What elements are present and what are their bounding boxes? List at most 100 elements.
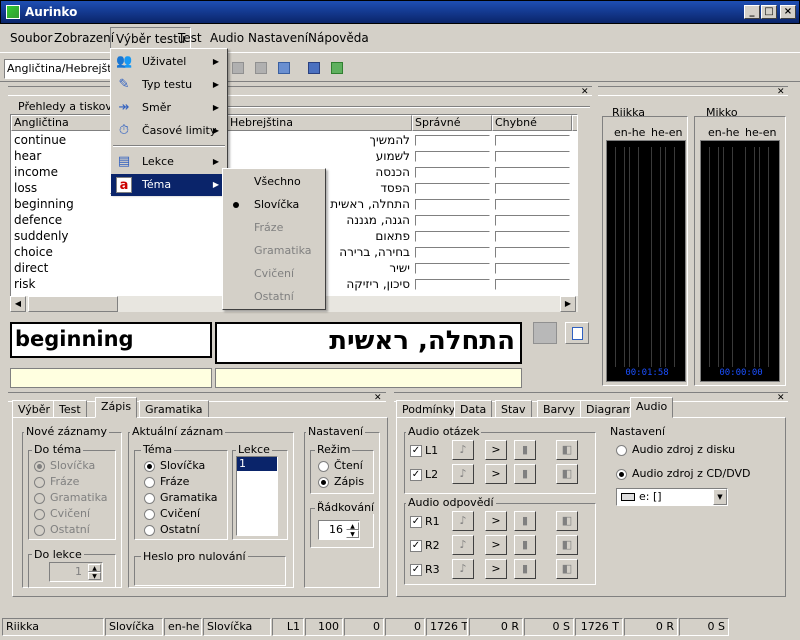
toolbar-icon-list[interactable] [308,62,320,74]
do-tema-radio[interactable]: Gramatika [34,491,108,504]
play-icon[interactable]: > [485,511,507,531]
col-header-he[interactable]: Hebrejština [227,115,412,131]
stop-icon[interactable]: ▮ [514,511,536,531]
rezim-cteni-radio[interactable]: Čtení [318,459,363,472]
play-icon[interactable]: > [485,440,507,460]
record-icon[interactable]: ♪ [452,464,474,484]
do-lekce-spin-up[interactable]: ▲ [88,564,101,572]
menu-item-topic[interactable]: a Téma ▶ [111,174,227,196]
tab-audio[interactable]: Audio [630,397,674,418]
tab-gramatika[interactable]: Gramatika [139,400,209,418]
toolbar-icon-print[interactable] [255,62,267,74]
record-icon[interactable]: ♪ [452,511,474,531]
submenu-item[interactable]: Fráze [223,217,325,239]
record-icon[interactable]: ♪ [452,535,474,555]
audio-source-cd-radio[interactable]: Audio zdroj z CD/DVD [616,467,750,480]
maximize-button[interactable]: □ [761,5,777,19]
audio-checkbox[interactable]: ✓ R2 [410,539,440,552]
play-icon[interactable]: > [485,559,507,579]
radkovani-spin-down[interactable]: ▼ [346,530,359,538]
tab-vyber[interactable]: Výběr [12,400,57,418]
tema-radio[interactable]: Ostatní [144,523,200,536]
menu-item-test-type[interactable]: ✎ Typ testu ▶ [111,74,227,96]
lekce-list-item[interactable]: 1 [237,457,277,471]
stop-icon[interactable]: ▮ [514,440,536,460]
menu-item-direction[interactable]: ↠ Směr ▶ [111,97,227,119]
stop-icon[interactable]: ▮ [514,464,536,484]
speaker-icon[interactable]: ◧ [556,464,578,484]
table-row[interactable]: hear לשמוע [11,149,577,165]
answer-he-field[interactable] [215,368,522,388]
dropdown-arrow-icon[interactable]: ▼ [713,489,727,505]
toolbar-icon-check[interactable] [232,62,244,74]
tema-radio[interactable]: Fráze [144,475,189,488]
answer-en-field[interactable] [10,368,212,388]
toolbar-icon-export[interactable] [278,62,290,74]
submenu-item[interactable]: Všechno [223,171,325,193]
audio-checkbox[interactable]: ✓ L1 [410,444,438,457]
scroll-left-button[interactable]: ◀ [10,296,26,312]
menu-nastaveni[interactable]: Nastavení [248,31,308,45]
menu-zobrazeni[interactable]: Zobrazení [54,31,114,45]
record-icon[interactable]: ♪ [452,559,474,579]
col-header-wrong[interactable]: Chybné [492,115,572,131]
speaker-icon[interactable]: ◧ [556,511,578,531]
drive-select[interactable]: e: [] ▼ [616,488,728,506]
menu-napoveda[interactable]: Nápověda [308,31,369,45]
do-tema-radio[interactable]: Slovíčka [34,459,95,472]
tema-radio[interactable]: Gramatika [144,491,218,504]
minimize-button[interactable]: _ [744,5,760,19]
table-row[interactable]: continue להמשיך [11,133,577,149]
stop-icon[interactable]: ▮ [514,559,536,579]
audio-source-disk-radio[interactable]: Audio zdroj z disku [616,443,735,456]
menu-item-users[interactable]: 👥 Uživatel ▶ [111,51,227,73]
course-select[interactable]: Angličtina/Hebrejština [4,59,114,79]
audio-checkbox[interactable]: ✓ R3 [410,563,440,576]
radkovani-spin-up[interactable]: ▲ [346,522,359,530]
close-button[interactable]: × [780,5,796,19]
tab-barvy[interactable]: Barvy [537,400,581,418]
tab-stav[interactable]: Stav [495,400,532,418]
menu-soubor[interactable]: Soubor [10,31,52,45]
col-header-extra[interactable] [572,115,577,131]
panel-close-icon[interactable]: ✕ [581,87,589,97]
audio-checkbox[interactable]: ✓ L2 [410,468,438,481]
do-tema-radio[interactable]: Ostatní [34,523,90,536]
play-icon[interactable]: > [485,464,507,484]
play-icon[interactable]: > [485,535,507,555]
col-header-correct[interactable]: Správné [412,115,492,131]
tab-data[interactable]: Data [454,400,493,418]
menu-item-lessons[interactable]: ▤ Lekce ▶ [111,151,227,173]
submenu-item[interactable]: Slovíčka [223,194,325,216]
submenu-item[interactable]: Gramatika [223,240,325,262]
panel-right-close-icon[interactable]: ✕ [777,87,785,97]
save-icon[interactable] [533,322,557,344]
submenu-item[interactable]: Cvičení [223,263,325,285]
lekce-list[interactable]: 1 [236,456,278,536]
bottom-left-close-icon[interactable]: ✕ [374,393,382,403]
tema-radio[interactable]: Slovíčka [144,459,205,472]
tema-radio[interactable]: Cvičení [144,507,200,520]
menu-test[interactable]: Test [178,31,202,45]
stop-icon[interactable]: ▮ [514,535,536,555]
toolbar-icon-chart[interactable] [331,62,343,74]
menu-audio[interactable]: Audio [210,31,244,45]
rezim-zapis-radio[interactable]: Zápis [318,475,364,488]
tab-podminky[interactable]: Podmínky [396,400,462,418]
copy-icon[interactable] [565,322,589,344]
audio-checkbox[interactable]: ✓ R1 [410,515,440,528]
do-tema-radio[interactable]: Cvičení [34,507,90,520]
scroll-thumb[interactable] [28,296,118,312]
bottom-right-close-icon[interactable]: ✕ [777,393,785,403]
tab-zapis[interactable]: Zápis [95,397,138,418]
do-lekce-spin-down[interactable]: ▼ [88,572,101,580]
submenu-item[interactable]: Ostatní [223,286,325,308]
speaker-icon[interactable]: ◧ [556,559,578,579]
speaker-icon[interactable]: ◧ [556,440,578,460]
do-tema-radio[interactable]: Fráze [34,475,79,488]
scroll-right-button[interactable]: ▶ [560,296,576,312]
record-icon[interactable]: ♪ [452,440,474,460]
tab-test[interactable]: Test [53,400,87,418]
speaker-icon[interactable]: ◧ [556,535,578,555]
menu-item-time-limit[interactable]: ⏱ Časové limity ▶ [111,120,227,142]
